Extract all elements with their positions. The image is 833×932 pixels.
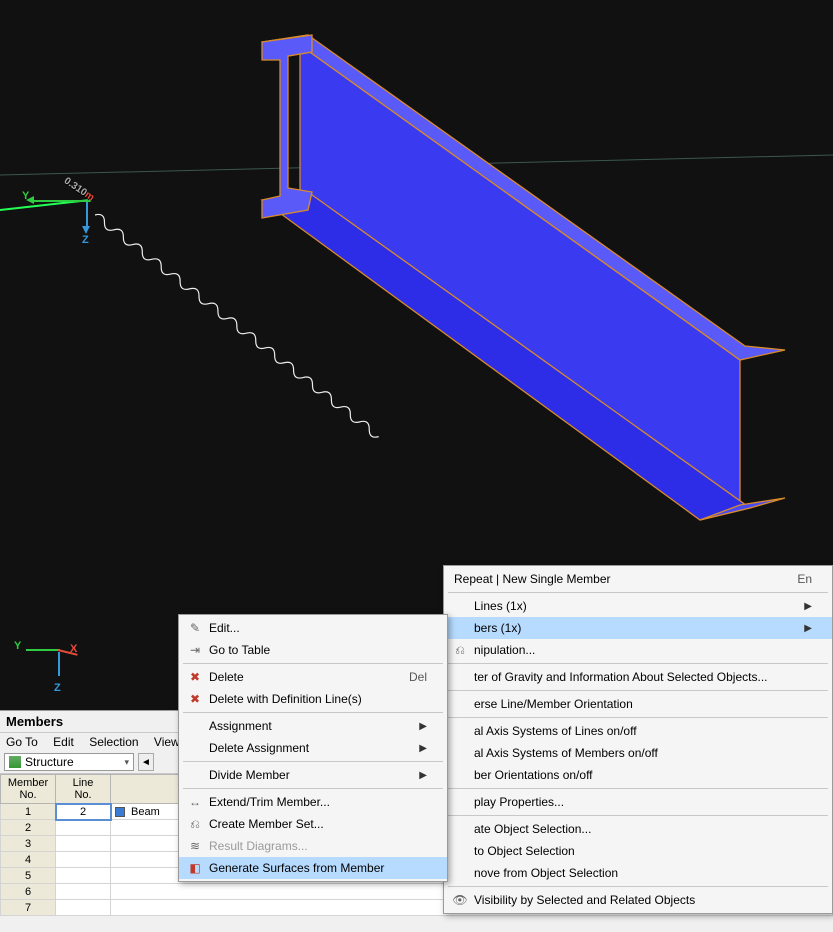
structure-icon [9, 756, 21, 768]
ctx-item[interactable]: nove from Object Selection [444, 862, 832, 884]
ctx-item[interactable]: ✖DeleteDel [179, 666, 447, 688]
ctx-item[interactable]: play Properties... [444, 791, 832, 813]
context-menu-member[interactable]: ✎Edit...⇥Go to Table ✖DeleteDel✖Delete wi… [178, 614, 448, 882]
chevron-right-icon: ▶ [804, 623, 812, 634]
ctx-item[interactable]: ✎Edit... [179, 617, 447, 639]
menu-icon: ⎌ [450, 643, 470, 658]
menu-icon: ⎌ [185, 817, 205, 832]
menu-icon: 👁 [450, 893, 470, 907]
menu-edit[interactable]: Edit [53, 735, 74, 749]
ctx-item[interactable]: bers (1x)▶ [444, 617, 832, 639]
chevron-right-icon: ▶ [419, 743, 427, 754]
menu-icon: ✖ [185, 692, 205, 706]
menu-icon: ⇥ [185, 643, 205, 657]
ctx-item[interactable]: ate Object Selection... [444, 818, 832, 840]
ctx-item[interactable]: to Object Selection [444, 840, 832, 862]
ctx-item[interactable]: ◧Generate Surfaces from Member [179, 857, 447, 879]
chevron-right-icon: ▶ [419, 770, 427, 781]
ctx-item[interactable]: erse Line/Member Orientation [444, 693, 832, 715]
chevron-down-icon: ▾ [124, 757, 129, 768]
menu-go-to[interactable]: Go To [6, 735, 38, 749]
ctx-item: ≋Result Diagrams... [179, 835, 447, 857]
ctx-item[interactable]: 👁Visibility by Selected and Related Obje… [444, 889, 832, 911]
col-member-no[interactable]: MemberNo. [1, 775, 56, 804]
ctx-item[interactable]: ⎌nipulation... [444, 639, 832, 661]
menu-icon: ✎ [185, 621, 205, 635]
ctx-item[interactable]: al Axis Systems of Lines on/off [444, 720, 832, 742]
menu-icon: ✖ [185, 670, 205, 684]
chevron-right-icon: ▶ [804, 601, 812, 612]
ctx-item[interactable]: al Axis Systems of Members on/off [444, 742, 832, 764]
structure-combo[interactable]: Structure ▾ [4, 753, 134, 771]
menu-icon: ↔ [185, 795, 205, 809]
ctx-item[interactable]: ter of Gravity and Information About Sel… [444, 666, 832, 688]
ctx-item[interactable]: Assignment▶ [179, 715, 447, 737]
menu-icon: ≋ [185, 839, 205, 853]
chevron-right-icon: ▶ [419, 721, 427, 732]
menu-view[interactable]: View [154, 735, 180, 749]
menu-selection[interactable]: Selection [89, 735, 138, 749]
ctx-item[interactable]: ↔Extend/Trim Member... [179, 791, 447, 813]
context-menu-extended[interactable]: Repeat | New Single Member En Lines (1x)… [443, 565, 833, 914]
ctx-item[interactable]: ⇥Go to Table [179, 639, 447, 661]
ctx-item[interactable]: ⎌Create Member Set... [179, 813, 447, 835]
ctx-item[interactable]: ber Orientations on/off [444, 764, 832, 786]
col-line-no[interactable]: LineNo. [56, 775, 111, 804]
ctx-item[interactable]: Delete Assignment▶ [179, 737, 447, 759]
menu-icon: ◧ [185, 861, 205, 875]
ctx-item[interactable]: Divide Member▶ [179, 764, 447, 786]
ctx-item[interactable]: ✖Delete with Definition Line(s) [179, 688, 447, 710]
ctx2-repeat[interactable]: Repeat | New Single Member En [444, 568, 832, 590]
ctx-item[interactable]: Lines (1x)▶ [444, 595, 832, 617]
nav-prev-button[interactable]: ◄ [138, 753, 154, 771]
